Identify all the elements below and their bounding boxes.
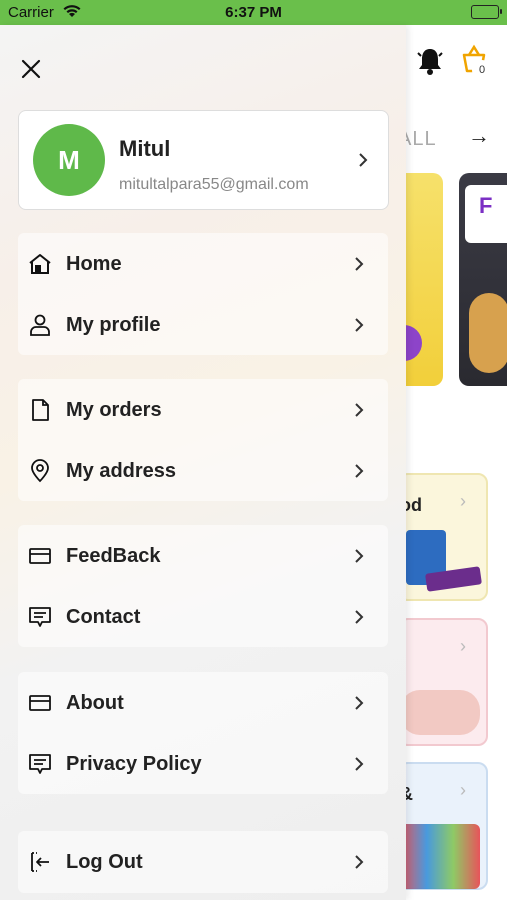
profile-email: mitultalpara55@gmail.com <box>119 176 309 193</box>
arrow-right-icon[interactable]: → <box>468 123 490 149</box>
chevron-right-icon: › <box>460 780 466 800</box>
category-card[interactable]: od › <box>406 473 488 601</box>
menu-item-my-orders[interactable]: My orders <box>18 382 388 438</box>
bread-image <box>469 293 507 373</box>
chevron-right-icon <box>355 855 364 869</box>
location-pin-icon <box>31 459 49 483</box>
menu-group: About Privacy Policy <box>18 672 388 794</box>
category-label: & <box>406 784 413 805</box>
message-icon <box>29 754 51 774</box>
menu-item-label: Home <box>66 253 122 275</box>
menu-item-label: Contact <box>66 606 141 628</box>
chevron-right-icon <box>355 696 364 710</box>
bell-icon[interactable] <box>414 45 446 77</box>
clock: 6:37 PM <box>225 4 282 21</box>
chevron-right-icon: › <box>460 636 466 656</box>
category-image <box>406 690 480 735</box>
category-card[interactable]: & › <box>406 762 488 890</box>
menu-item-label: About <box>66 692 124 714</box>
menu-item-label: Log Out <box>66 851 143 873</box>
info-card-icon <box>29 695 51 711</box>
close-icon[interactable] <box>18 56 44 82</box>
profile-name: Mitul <box>119 136 171 161</box>
menu-group: My orders My address <box>18 379 388 501</box>
category-label: od <box>406 495 422 515</box>
menu-item-log-out[interactable]: Log Out <box>18 834 388 890</box>
home-icon <box>29 254 51 274</box>
feedback-icon <box>29 548 51 564</box>
chevron-right-icon: › <box>460 491 466 511</box>
menu-item-label: Privacy Policy <box>66 753 202 775</box>
chevron-right-icon <box>355 610 364 624</box>
background-home-screen: 0 ALL → F od › › & › <box>406 25 507 900</box>
chevron-right-icon <box>355 403 364 417</box>
menu-item-about[interactable]: About <box>18 675 388 731</box>
banner-card[interactable]: F <box>459 173 507 386</box>
menu-item-label: My profile <box>66 314 161 336</box>
menu-group: FeedBack Contact <box>18 525 388 647</box>
menu-item-my-address[interactable]: My address <box>18 443 388 499</box>
menu-item-contact[interactable]: Contact <box>18 589 388 645</box>
message-icon <box>29 607 51 627</box>
menu-item-feedback[interactable]: FeedBack <box>18 528 388 584</box>
chevron-right-icon <box>355 464 364 478</box>
menu-item-label: FeedBack <box>66 545 161 567</box>
menu-item-my-profile[interactable]: My profile <box>18 297 388 353</box>
category-card[interactable]: › <box>406 618 488 746</box>
menu-item-privacy-policy[interactable]: Privacy Policy <box>18 736 388 792</box>
side-drawer: M Mitul mitultalpara55@gmail.com Home My… <box>0 25 406 900</box>
cart-count-badge: 0 <box>472 60 492 80</box>
chevron-right-icon <box>355 257 364 271</box>
document-icon <box>32 399 49 421</box>
menu-item-home[interactable]: Home <box>18 236 388 292</box>
menu-group: Home My profile <box>18 233 388 355</box>
chevron-right-icon <box>355 318 364 332</box>
menu-item-label: My address <box>66 460 177 482</box>
menu-group: Log Out <box>18 831 388 893</box>
banner-title: F <box>479 193 493 218</box>
menu-item-label: My orders <box>66 399 162 421</box>
chevron-right-icon <box>355 757 364 771</box>
avatar: M <box>33 124 105 196</box>
chevron-right-icon <box>359 153 368 167</box>
category-image <box>406 824 480 889</box>
chevron-right-icon <box>355 549 364 563</box>
profile-card[interactable]: M Mitul mitultalpara55@gmail.com <box>18 110 389 210</box>
logout-icon <box>31 852 49 872</box>
status-bar: Carrier 6:37 PM <box>0 0 507 25</box>
user-icon <box>30 314 50 336</box>
battery-icon <box>471 5 502 19</box>
view-all-link[interactable]: ALL <box>406 128 437 151</box>
